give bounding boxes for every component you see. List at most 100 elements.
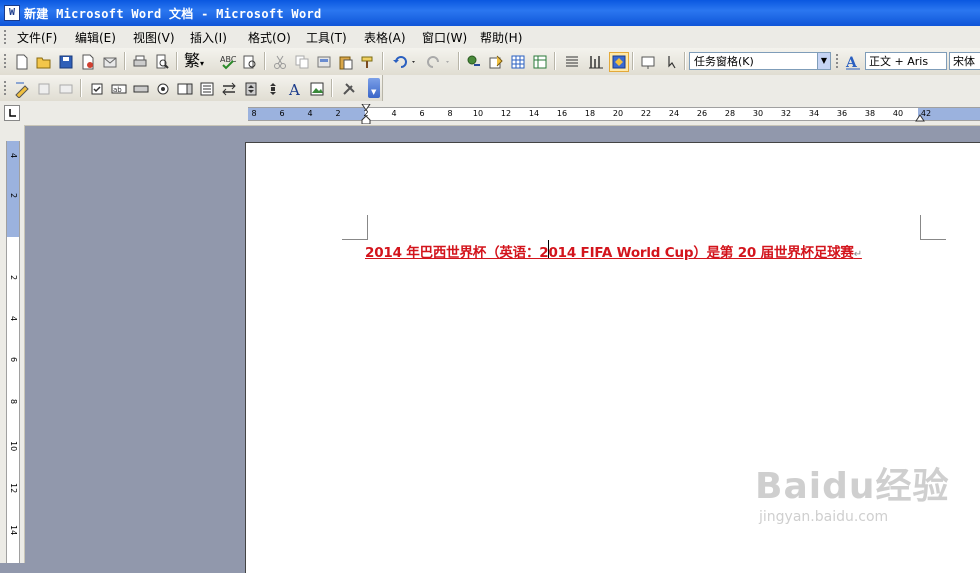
menu-format[interactable]: 格式(O)	[248, 29, 291, 46]
traditional-label: 繁	[184, 51, 201, 70]
image-control-button[interactable]	[307, 79, 327, 99]
ruler-tick-label: 14	[9, 525, 18, 536]
listbox-icon	[177, 83, 193, 95]
toolbar-grip-handle[interactable]	[4, 54, 9, 68]
font-value: 宋体	[953, 55, 975, 68]
menu-grip-handle[interactable]	[4, 30, 9, 44]
properties-button[interactable]	[34, 79, 54, 99]
menu-help[interactable]: 帮助(H)	[480, 29, 522, 46]
ruler-tick-label: 36	[836, 109, 848, 118]
ruler-tick-label: 20	[612, 109, 624, 118]
ruler-tick-label: 16	[556, 109, 568, 118]
email-button[interactable]	[100, 52, 120, 72]
task-pane-dropdown[interactable]: 任务窗格(K) ▼	[689, 52, 831, 70]
listbox-control-button[interactable]	[175, 79, 195, 99]
drawing-icon	[589, 56, 603, 69]
ruler-tick-label: 14	[528, 109, 540, 118]
label-control-button[interactable]: A	[285, 79, 305, 99]
cut-button[interactable]	[270, 52, 290, 72]
chevron-down-icon: ▾	[200, 59, 205, 68]
copy-button[interactable]	[292, 52, 312, 72]
ruler-tick-label: 8	[447, 109, 453, 118]
vertical-ruler-strip[interactable]: 4 2 2 4 6 8 10 12 14	[6, 141, 20, 563]
ruler-tick-label: 6	[279, 109, 285, 118]
scrollbar-control-button[interactable]	[263, 79, 283, 99]
printer-icon	[133, 55, 147, 67]
insert-table-button[interactable]	[508, 52, 528, 72]
open-button[interactable]	[34, 52, 54, 72]
toggle-button-control[interactable]	[219, 79, 239, 99]
right-indent-marker[interactable]	[915, 110, 925, 125]
spelling-button[interactable]: ABC	[218, 52, 238, 72]
ruler-tick-label: 6	[419, 109, 425, 118]
document-text[interactable]: 2014 年巴西世界杯（英语：2014 FIFA World Cup）是第 20…	[365, 245, 854, 261]
option-button-control[interactable]	[153, 79, 173, 99]
menu-file[interactable]: 文件(F)	[17, 29, 57, 46]
more-controls-button[interactable]	[339, 79, 359, 99]
textbox-control-button[interactable]: ab	[109, 79, 129, 99]
menu-window[interactable]: 窗口(W)	[422, 29, 467, 46]
tables-borders-button[interactable]	[486, 52, 506, 72]
menu-table[interactable]: 表格(A)	[364, 29, 406, 46]
design-mode-button[interactable]	[12, 79, 32, 99]
toolbar-grip-handle[interactable]	[4, 81, 9, 95]
first-line-indent-marker[interactable]	[361, 103, 371, 127]
combobox-control-button[interactable]	[197, 79, 217, 99]
save-icon	[59, 55, 73, 69]
radio-icon	[157, 83, 169, 95]
left-tab-icon	[9, 109, 16, 117]
clipboard-button[interactable]	[314, 52, 334, 72]
view-code-button[interactable]	[56, 79, 76, 99]
ruler-tick-label: 28	[724, 109, 736, 118]
undo-button[interactable]	[390, 52, 420, 72]
styles-formatting-button[interactable]: A	[843, 52, 863, 72]
toolbar-separator	[80, 79, 82, 97]
help-pointer-button[interactable]	[662, 52, 682, 72]
redo-icon	[427, 56, 449, 68]
insert-excel-button[interactable]	[530, 52, 550, 72]
toolbar-grip-handle[interactable]	[836, 54, 841, 68]
ruler-tick-label: 30	[752, 109, 764, 118]
scrollbar-icon	[270, 83, 276, 95]
menu-bar: 文件(F) 编辑(E) 视图(V) 插入(I) 格式(O) 工具(T) 表格(A…	[0, 26, 980, 49]
spin-button-control[interactable]	[241, 79, 261, 99]
format-painter-button[interactable]	[358, 52, 378, 72]
toolbar-options-button[interactable]: ▼	[368, 78, 380, 98]
menu-edit[interactable]: 编辑(E)	[75, 29, 116, 46]
redo-button[interactable]	[424, 52, 454, 72]
menu-insert[interactable]: 插入(I)	[190, 29, 227, 46]
svg-text:ab: ab	[113, 86, 122, 94]
document-map-button[interactable]	[609, 52, 629, 72]
toolbar-separator	[458, 52, 460, 70]
columns-button[interactable]	[562, 52, 582, 72]
excel-sheet-icon	[533, 55, 547, 69]
traditional-chinese-button[interactable]: 繁▾	[184, 52, 204, 70]
new-document-button[interactable]	[12, 52, 32, 72]
command-button-control[interactable]	[131, 79, 151, 99]
spin-button-icon	[245, 82, 257, 96]
reading-icon	[641, 56, 655, 69]
toolbar-separator	[176, 52, 178, 70]
toolbar-separator	[684, 52, 686, 70]
print-preview-button[interactable]	[152, 52, 172, 72]
hyperlink-button[interactable]	[464, 52, 484, 72]
tab-selector-button[interactable]	[4, 105, 20, 121]
menu-view[interactable]: 视图(V)	[133, 29, 175, 46]
word-app-icon[interactable]: W	[4, 5, 20, 21]
scissors-icon	[274, 55, 286, 69]
research-button[interactable]	[240, 52, 260, 72]
document-text-line[interactable]: 2014 年巴西世界杯（英语：2014 FIFA World Cup）是第 20…	[365, 241, 862, 261]
checkbox-control-button[interactable]	[87, 79, 107, 99]
permission-button[interactable]	[78, 52, 98, 72]
menu-tools[interactable]: 工具(T)	[306, 29, 347, 46]
toolbar-separator	[554, 52, 556, 70]
show-hide-button[interactable]	[638, 52, 658, 72]
horizontal-ruler-strip[interactable]: 8 6 4 2 2 4 6 8 10 12 14 16 18 20 22 24 26 28 30 32 34 36 38 40…	[248, 103, 980, 125]
save-button[interactable]	[56, 52, 76, 72]
font-dropdown[interactable]: 宋体	[949, 52, 980, 70]
style-dropdown[interactable]: 正文 + Aris	[865, 52, 947, 70]
print-button[interactable]	[130, 52, 150, 72]
paste-button[interactable]	[336, 52, 356, 72]
drawing-button[interactable]	[586, 52, 606, 72]
ruler-tick-label: 18	[584, 109, 596, 118]
